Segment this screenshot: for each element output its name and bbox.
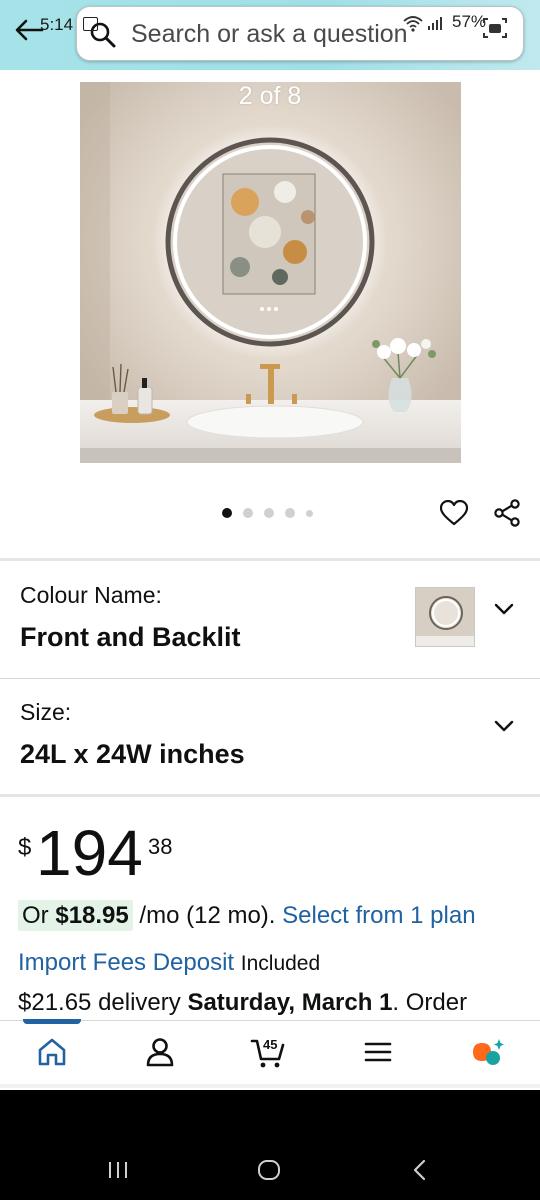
carousel-dot[interactable]: [264, 508, 274, 518]
battery-level: 57%: [452, 12, 487, 32]
status-time: 5:14: [40, 15, 74, 34]
variation-label: Colour Name:: [20, 582, 162, 608]
installment-term: /mo (12 mo).: [139, 902, 276, 929]
delivery-suffix: . Order: [392, 989, 468, 1016]
tabbar-bottom-strip: [0, 1084, 540, 1088]
chevron-down-icon[interactable]: [492, 601, 516, 617]
delivery-price: $21.65 delivery: [18, 989, 181, 1016]
sim-icon: [83, 17, 98, 31]
menu-icon[interactable]: [360, 1035, 396, 1069]
signal-icon: [428, 17, 442, 30]
price-fraction: 38: [148, 834, 173, 859]
wishlist-heart-icon[interactable]: [440, 500, 468, 526]
delivery-info: $21.65 delivery Saturday, March 1. Order: [18, 989, 467, 1017]
variation-value: 24L x 24W inches: [20, 739, 245, 769]
installment-offer: Or $18.95 /mo (12 mo). Select from 1 pla…: [18, 900, 476, 931]
import-fees-status: Included: [240, 952, 321, 975]
camera-scan-icon[interactable]: [482, 16, 508, 40]
colour-swatch-thumbnail[interactable]: [415, 587, 475, 647]
price-whole: 194: [36, 817, 143, 889]
home-nav-icon[interactable]: [256, 1158, 282, 1182]
import-fees-link[interactable]: Import Fees Deposit: [18, 949, 234, 976]
variation-label: Size:: [20, 699, 72, 725]
carousel-dot[interactable]: [285, 508, 295, 518]
bottom-tab-bar: [0, 1019, 540, 1084]
home-icon[interactable]: [34, 1035, 70, 1069]
active-tab-indicator: [23, 1019, 81, 1024]
carousel-dot[interactable]: [222, 508, 232, 518]
carousel-dot[interactable]: [243, 508, 253, 518]
carousel-dot[interactable]: [306, 509, 313, 517]
installment-prefix: Or: [22, 902, 49, 929]
image-counter: 2 of 8: [238, 82, 302, 110]
delivery-date: Saturday, March 1: [187, 989, 393, 1016]
mirror-product-photo: [80, 82, 461, 463]
recent-apps-icon[interactable]: [105, 1158, 131, 1182]
search-placeholder: Search or ask a question: [131, 20, 408, 48]
select-plan-link[interactable]: Select from 1 plan: [282, 902, 475, 929]
cart-count: 45: [263, 1037, 278, 1052]
installment-amount: $18.95: [55, 902, 129, 929]
wifi-icon: [403, 16, 423, 32]
import-fees: Import Fees Deposit Included: [18, 949, 320, 977]
share-icon[interactable]: [493, 499, 521, 527]
back-nav-icon[interactable]: [408, 1158, 434, 1182]
section-divider: [0, 794, 540, 797]
carousel-dots: [222, 507, 313, 519]
section-divider: [0, 558, 540, 561]
installment-highlight: Or $18.95: [18, 900, 133, 931]
account-icon[interactable]: [142, 1035, 178, 1069]
price-symbol: $: [18, 834, 32, 861]
top-header: Search or ask a question 5:14 57%: [0, 0, 540, 70]
chevron-down-icon[interactable]: [492, 718, 516, 734]
variation-value: Front and Backlit: [20, 622, 241, 652]
section-divider: [0, 678, 540, 679]
product-image[interactable]: [80, 82, 461, 463]
rufus-assistant-icon[interactable]: [470, 1035, 506, 1069]
system-nav-bar: [0, 1090, 540, 1200]
